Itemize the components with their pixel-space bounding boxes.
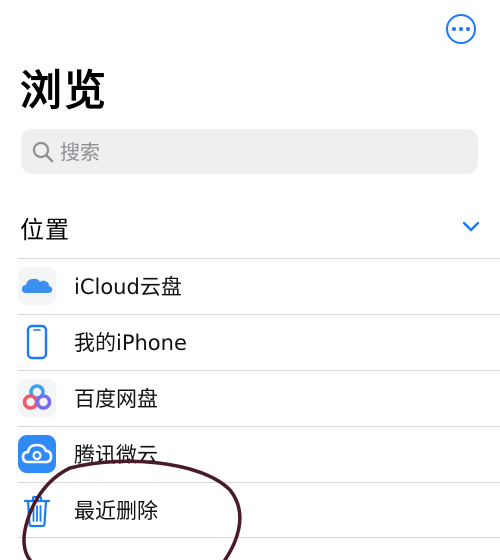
location-recently-deleted[interactable]: 最近删除 — [0, 482, 500, 538]
location-label: iCloud云盘 — [74, 275, 182, 299]
iphone-icon — [18, 323, 56, 361]
location-baidu-netdisk[interactable]: 百度网盘 — [0, 370, 500, 426]
page-title: 浏览 — [20, 66, 109, 115]
more-button[interactable] — [446, 14, 476, 44]
location-label: 我的iPhone — [74, 331, 187, 355]
locations-list: iCloud云盘 我的iPhone 百度网盘 腾讯微云 最近删除 — [0, 258, 500, 538]
search-bar[interactable] — [21, 129, 478, 174]
ellipsis-dot — [466, 27, 470, 31]
search-input[interactable] — [60, 139, 460, 164]
ellipsis-circle-icon — [452, 27, 456, 31]
location-label: 腾讯微云 — [74, 443, 158, 467]
location-label: 百度网盘 — [74, 387, 158, 411]
search-icon — [32, 141, 54, 162]
section-title: 位置 — [20, 215, 70, 244]
location-icloud-drive[interactable]: iCloud云盘 — [0, 258, 500, 314]
tencent-weiyun-icon — [18, 435, 56, 473]
location-label: 最近删除 — [74, 499, 158, 523]
ellipsis-dot — [459, 27, 463, 31]
locations-section-header[interactable]: 位置 — [20, 206, 484, 248]
chevron-down-icon[interactable] — [462, 221, 480, 233]
icloud-icon — [18, 267, 56, 305]
trash-icon — [18, 491, 56, 529]
location-tencent-weiyun[interactable]: 腾讯微云 — [0, 426, 500, 482]
location-my-iphone[interactable]: 我的iPhone — [0, 314, 500, 370]
baidu-netdisk-icon — [18, 379, 56, 417]
